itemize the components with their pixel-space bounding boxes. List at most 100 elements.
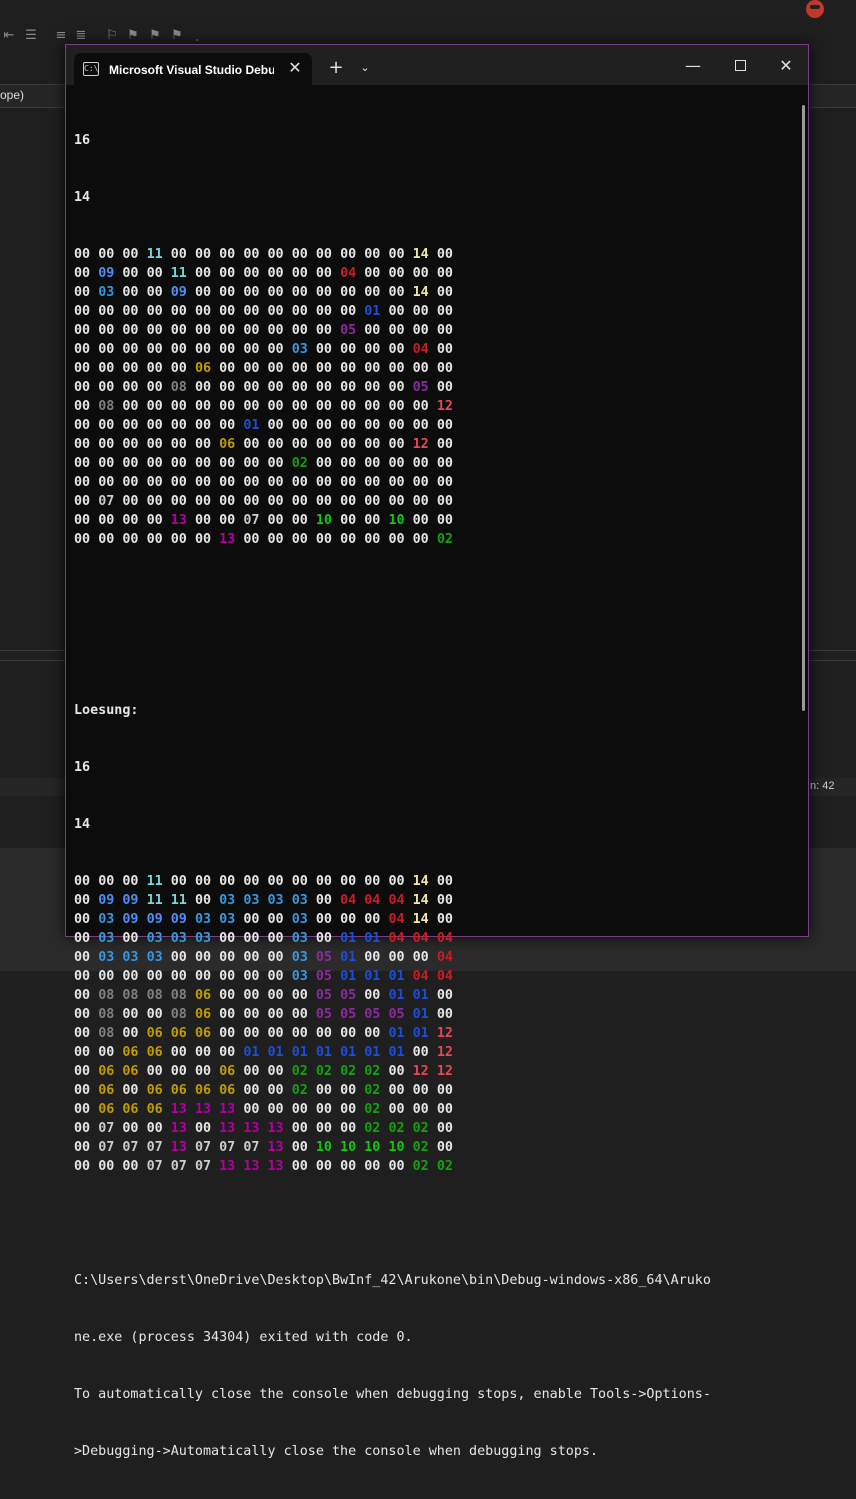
grid-cell: 00: [219, 418, 236, 433]
grid-cell: 00: [291, 1121, 308, 1136]
maximize-button[interactable]: [725, 55, 755, 77]
grid-cell: 00: [267, 304, 284, 319]
close-button[interactable]: ✕: [771, 55, 801, 77]
grid-cell: 08: [170, 380, 187, 395]
grid-cell: 07: [98, 1121, 115, 1136]
comment-icon[interactable]: ≡: [54, 29, 68, 43]
scope-dropdown[interactable]: ope): [0, 84, 66, 108]
grid-cell: 06: [146, 1045, 163, 1060]
avatar[interactable]: [806, 0, 824, 18]
grid-cell: 00: [170, 1045, 187, 1060]
grid-cell: 02: [340, 1064, 357, 1079]
tab-close-icon[interactable]: ✕: [286, 59, 304, 77]
grid-cell: 00: [74, 1121, 91, 1136]
grid-cell: 02: [364, 1064, 381, 1079]
grid-cell: 06: [194, 988, 212, 1003]
grid-cell: 00: [170, 418, 187, 433]
grid-cell: 00: [364, 1159, 381, 1174]
exit-message-line: C:\Users\derst\OneDrive\Desktop\BwInf_42…: [74, 1273, 711, 1288]
grid-cell: 05: [340, 988, 357, 1003]
grid-cell: 00: [243, 874, 260, 889]
grid-cell: 01: [388, 969, 405, 984]
grid-cell: 01: [291, 1045, 308, 1060]
grid-row: 00 00 00 07 07 07 13 13 13 00 00 00 00 0…: [74, 1157, 796, 1176]
grid-cell: 00: [146, 418, 163, 433]
grid-cell: 00: [243, 399, 260, 414]
grid-cell: 00: [170, 950, 187, 965]
grid-cell: 00: [267, 475, 284, 490]
grid-cell: 07: [146, 1159, 163, 1174]
uncomment-icon[interactable]: ≣: [74, 29, 88, 43]
grid-cell: 00: [74, 950, 91, 965]
grid-cell: 00: [243, 266, 260, 281]
minimize-button[interactable]: —: [678, 55, 708, 77]
bookmark-icon[interactable]: ⚐: [105, 29, 119, 43]
grid-cell: 00: [340, 912, 357, 927]
grid-cell: 03: [291, 893, 308, 908]
grid-cell: 06: [194, 1083, 212, 1098]
grid-cell: 00: [291, 1102, 308, 1117]
chevron-down-icon[interactable]: ⌄: [356, 58, 374, 78]
grid-cell: 00: [315, 285, 332, 300]
grid-cell: 00: [219, 513, 236, 528]
grid-cell: 00: [146, 1064, 163, 1079]
grid-cell: 00: [388, 266, 405, 281]
grid-cell: 00: [267, 437, 284, 452]
grid-cell: 00: [364, 285, 381, 300]
clear-bookmarks-icon[interactable]: ⚑: [170, 29, 184, 43]
grid-cell: 00: [436, 323, 453, 338]
grid-cell: 00: [340, 418, 357, 433]
grid-row: 00 00 06 06 00 00 00 01 01 01 01 01 01 0…: [74, 1043, 796, 1062]
grid-cell: 12: [436, 1064, 453, 1079]
grid-cell: 00: [340, 494, 357, 509]
grid-cell: 00: [122, 361, 139, 376]
grid-cell: 00: [146, 342, 163, 357]
grid-cell: 00: [243, 380, 260, 395]
grid-cell: 06: [219, 1064, 236, 1079]
grid-cell: 00: [98, 247, 115, 262]
grid-cell: 03: [243, 893, 260, 908]
next-bookmark-icon[interactable]: ⚑: [148, 29, 162, 43]
grid-cell: 00: [219, 285, 236, 300]
grid-cell: 00: [340, 513, 357, 528]
grid-cell: 00: [243, 494, 260, 509]
console-tab[interactable]: C:\ Microsoft Visual Studio Debug Consol…: [74, 53, 312, 85]
grid-cell: 04: [388, 912, 405, 927]
grid-cell: 00: [340, 532, 357, 547]
prev-bookmark-icon[interactable]: ⚑: [126, 29, 140, 43]
ide-toolbar: ⇤ ☰ ≡ ≣ ⚐ ⚑ ⚑ ⚑ ˯: [0, 0, 856, 50]
grid-cell: 00: [364, 475, 381, 490]
grid-cell: 00: [315, 1026, 332, 1041]
grid-cell: 05: [315, 988, 332, 1003]
grid-cell: 00: [315, 931, 332, 946]
grid-cell: 00: [267, 988, 284, 1003]
grid-cell: 00: [219, 874, 236, 889]
grid-cell: 00: [170, 475, 187, 490]
grid-cell: 05: [412, 380, 429, 395]
new-tab-icon[interactable]: +: [326, 58, 346, 78]
grid-cell: 02: [291, 456, 308, 471]
grid-cell: 00: [74, 285, 91, 300]
scrollbar[interactable]: [802, 105, 805, 711]
grid-cell: 00: [267, 874, 284, 889]
outdent-icon[interactable]: ☰: [24, 29, 38, 43]
grid-cell: 00: [194, 342, 212, 357]
grid-cell: 00: [436, 1007, 453, 1022]
grid-cell: 00: [267, 1026, 284, 1041]
grid-cell: 00: [267, 931, 284, 946]
grid-cell: 00: [122, 1083, 139, 1098]
grid-cell: 00: [98, 1159, 115, 1174]
overflow-icon[interactable]: ˯: [190, 29, 204, 43]
grid-cell: 09: [146, 912, 163, 927]
grid-cell: 00: [412, 1083, 429, 1098]
grid-cell: 00: [340, 247, 357, 262]
grid-cell: 04: [436, 969, 453, 984]
grid-cell: 03: [122, 950, 139, 965]
grid-cell: 04: [412, 931, 429, 946]
title-bar[interactable]: C:\ Microsoft Visual Studio Debug Consol…: [66, 45, 808, 85]
grid-row: 00 08 00 06 06 06 00 00 00 00 00 00 00 0…: [74, 1024, 796, 1043]
grid-cell: 09: [170, 912, 187, 927]
indent-icon[interactable]: ⇤: [2, 29, 16, 43]
grid-cell: 01: [267, 1045, 284, 1060]
